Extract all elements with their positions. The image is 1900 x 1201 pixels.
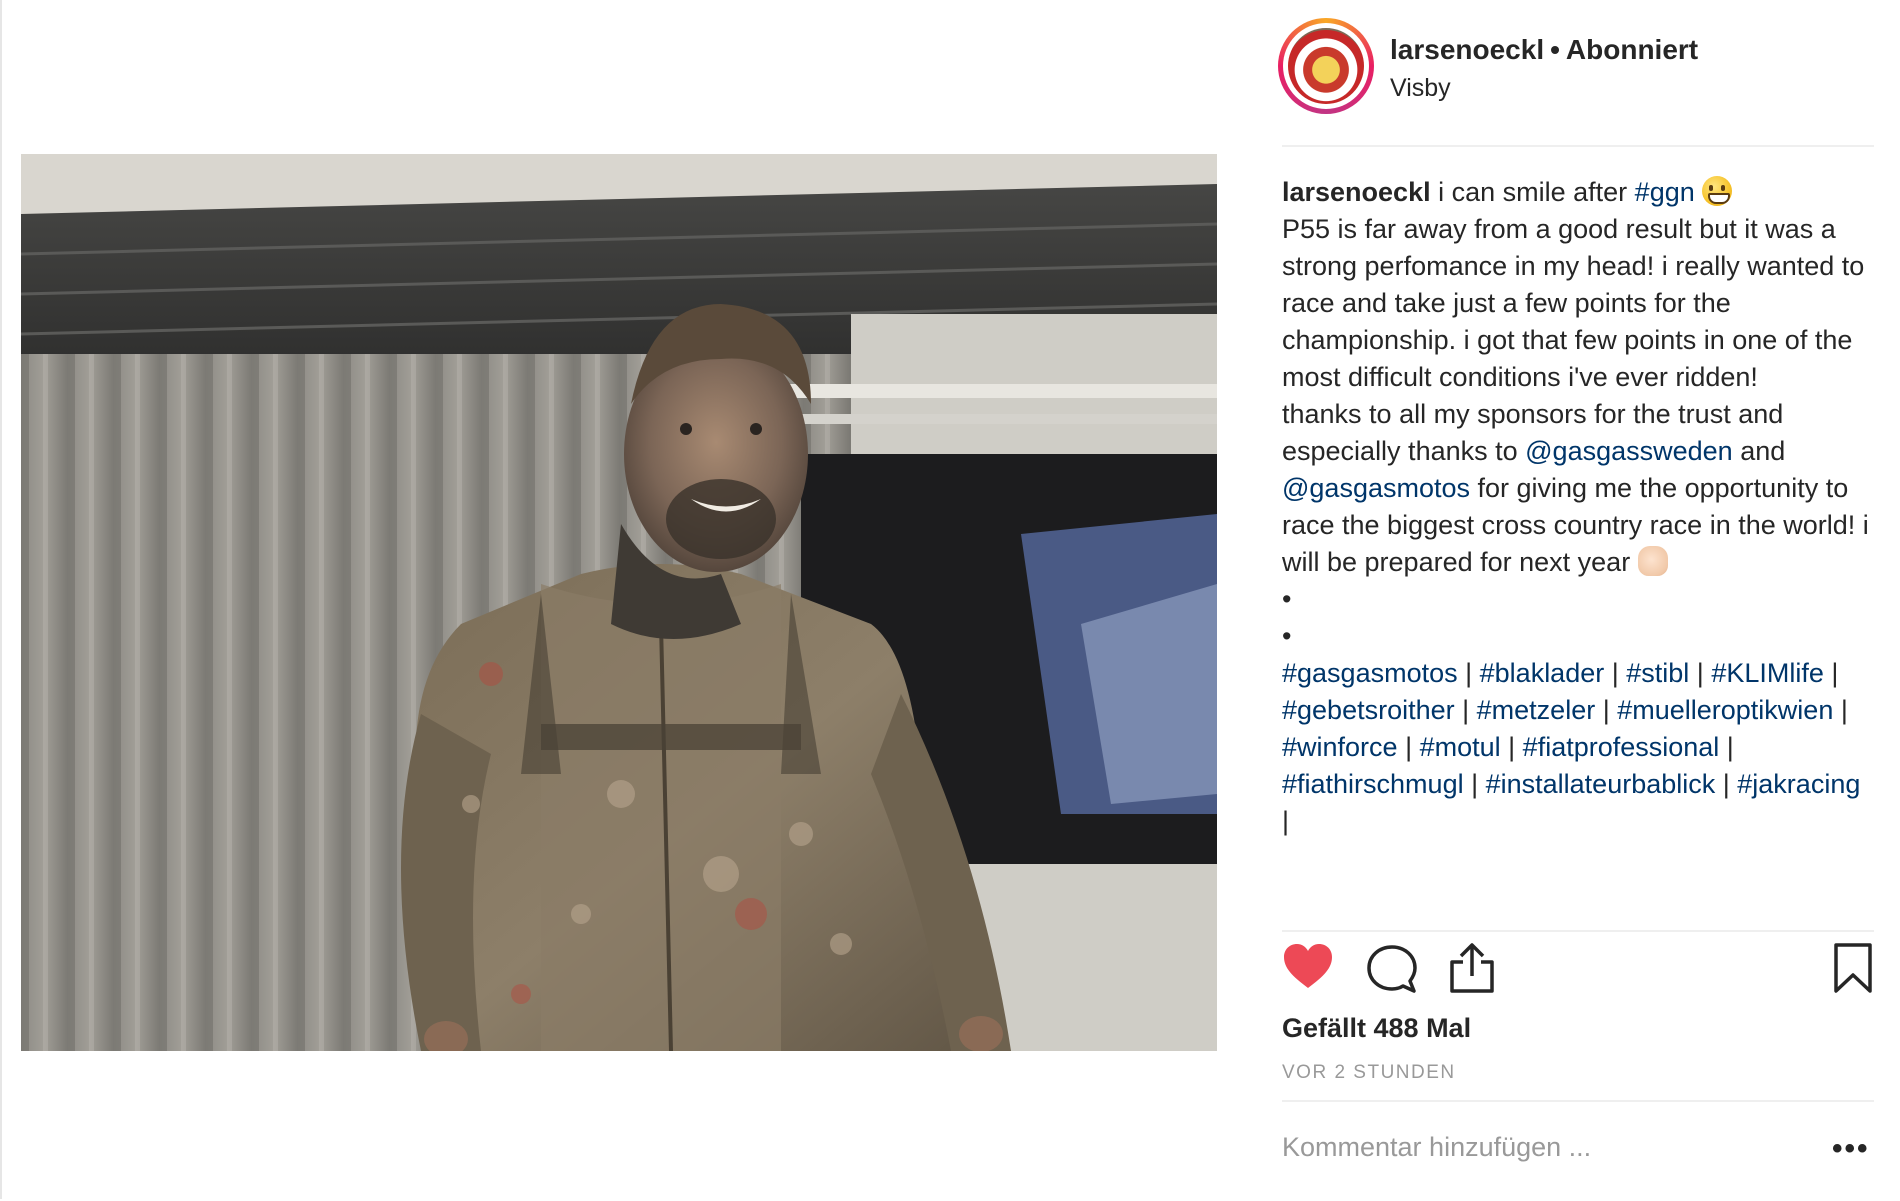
comment-icon[interactable] (1366, 944, 1418, 994)
hashtag[interactable]: #winforce (1282, 732, 1398, 762)
caption-paragraph-2: thanks to all my sponsors for the trust … (1282, 396, 1874, 581)
hashtag[interactable]: #KLIMlife (1711, 658, 1824, 688)
photo-illustration (21, 154, 1217, 1051)
caption-first-line: larsenoeckl i can smile after #ggn (1282, 174, 1874, 211)
caption-bullet: • (1282, 621, 1292, 651)
hashtag[interactable]: #fiatprofessional (1523, 732, 1720, 762)
hashtag[interactable]: #metzeler (1477, 695, 1596, 725)
hashtag-separator: | (1595, 695, 1618, 725)
caption-and-text: and (1732, 436, 1786, 466)
hashtag[interactable]: #muelleroptikwien (1617, 695, 1833, 725)
comment-input[interactable]: Kommentar hinzufügen ... (1282, 1132, 1802, 1163)
hashtag[interactable]: #gasgasmotos (1282, 658, 1458, 688)
post-timestamp[interactable]: VOR 2 STUNDEN (1282, 1062, 1456, 1084)
hashtag-separator: | (1823, 658, 1839, 688)
likes-count[interactable]: Gefällt 488 Mal (1282, 1013, 1471, 1044)
hashtag-separator: | (1719, 732, 1734, 762)
comment-row: Kommentar hinzufügen ... ••• (1282, 1100, 1874, 1201)
username-link[interactable]: larsenoeckl (1390, 34, 1544, 65)
more-options-icon[interactable]: ••• (1832, 1132, 1870, 1166)
mention-gasgassweden[interactable]: @gasgassweden (1525, 436, 1733, 466)
post-sidebar: larsenoeckl • Abonniert Visby larsenoeckl … (1278, 0, 1874, 1201)
hashtag-separator: | (1397, 732, 1420, 762)
avatar (1288, 28, 1364, 104)
caption-text-start: i can smile after (1430, 177, 1635, 207)
action-bar (1282, 930, 1874, 1012)
caption-hashtags: #gasgasmotos | #blaklader | #stibl | #KL… (1282, 655, 1874, 840)
avatar-border (1283, 23, 1369, 109)
hashtag[interactable]: #stibl (1626, 658, 1689, 688)
location-link[interactable]: Visby (1390, 74, 1451, 103)
mention-gasgasmotos[interactable]: @gasgasmotos (1282, 473, 1470, 503)
hashtag-separator: | (1715, 769, 1738, 799)
caption-paragraph-1: P55 is far away from a good result but i… (1282, 214, 1865, 392)
header-user-line: larsenoeckl • Abonniert (1390, 34, 1698, 66)
hashtag-separator: | (1500, 732, 1523, 762)
hashtag-separator: | (1463, 769, 1486, 799)
hashtag-separator: | (1833, 695, 1848, 725)
hashtag-separator: | (1689, 658, 1712, 688)
hashtag[interactable]: #motul (1420, 732, 1501, 762)
hashtag-separator: | (1454, 695, 1477, 725)
avatar-story-ring[interactable] (1278, 18, 1374, 114)
follow-status-button[interactable]: Abonniert (1566, 34, 1698, 65)
caption-bullet: • (1282, 584, 1292, 614)
caption-fade (1282, 886, 1874, 912)
hashtag[interactable]: #fiathirschmugl (1282, 769, 1464, 799)
raised-fist-emoji-icon (1637, 546, 1668, 576)
separator-dot: • (1550, 34, 1560, 65)
hashtag[interactable]: #gebetsroither (1282, 695, 1455, 725)
hashtag[interactable]: #installateurbablick (1486, 769, 1716, 799)
bookmark-icon[interactable] (1832, 942, 1874, 994)
hashtag[interactable]: #blaklader (1480, 658, 1605, 688)
hashtag-ggn[interactable]: #ggn (1635, 177, 1695, 207)
hashtag-separator: | (1282, 806, 1290, 836)
caption-username[interactable]: larsenoeckl (1282, 177, 1431, 207)
hashtag-separator: | (1457, 658, 1480, 688)
window-edge (0, 0, 2, 1199)
hashtag-separator: | (1604, 658, 1627, 688)
post-header: larsenoeckl • Abonniert Visby (1278, 0, 1874, 147)
post-photo[interactable] (21, 154, 1217, 1051)
grinning-face-emoji-icon (1702, 176, 1733, 206)
post-caption: larsenoeckl i can smile after #ggn P55 i… (1282, 174, 1874, 912)
heart-icon[interactable] (1282, 942, 1334, 990)
share-icon[interactable] (1446, 942, 1498, 994)
hashtag[interactable]: #jakracing (1737, 769, 1860, 799)
